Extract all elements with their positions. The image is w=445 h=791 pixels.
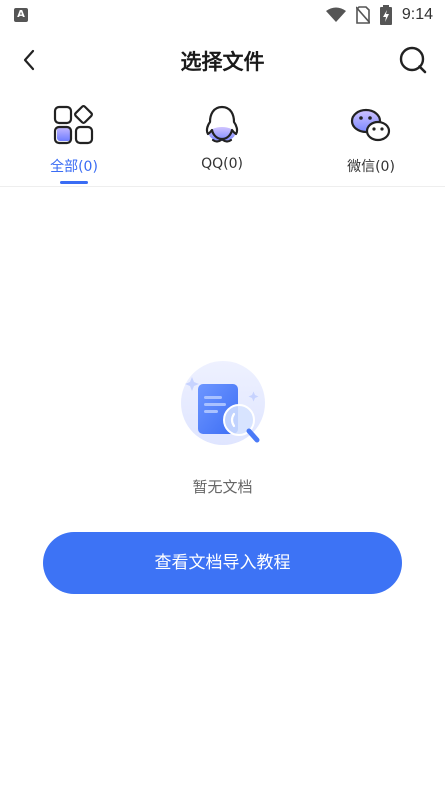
document-search-illustration xyxy=(181,361,265,445)
app-notification-icon: A xyxy=(14,8,28,22)
header: 选择文件 xyxy=(0,36,445,84)
empty-state-text: 暂无文档 xyxy=(192,478,253,496)
import-guide-button[interactable]: 查看文档导入教程 xyxy=(43,532,402,594)
search-icon xyxy=(399,46,427,74)
grid-apps-icon xyxy=(53,105,94,145)
wifi-icon xyxy=(325,7,346,22)
tab-all[interactable]: 全部(0) xyxy=(19,100,129,186)
tab-label: 微信(0) xyxy=(347,159,395,175)
source-tabs: 全部(0) QQ(0) 微信(0) xyxy=(0,100,445,187)
no-sim-icon xyxy=(355,6,370,24)
active-tab-indicator xyxy=(60,181,88,184)
tab-wechat[interactable]: 微信(0) xyxy=(316,100,426,186)
status-icons: 9:14 xyxy=(325,4,433,26)
clock: 9:14 xyxy=(401,6,433,23)
tab-label: 全部(0) xyxy=(50,159,98,175)
search-button[interactable] xyxy=(397,44,429,76)
battery-charging-icon xyxy=(379,5,392,25)
tab-label: QQ(0) xyxy=(201,156,243,172)
page-title: 选择文件 xyxy=(180,50,265,74)
wechat-icon xyxy=(350,108,391,142)
status-bar: A 9:14 xyxy=(0,0,445,30)
qq-penguin-icon xyxy=(205,105,239,143)
tab-qq[interactable]: QQ(0) xyxy=(167,100,277,186)
